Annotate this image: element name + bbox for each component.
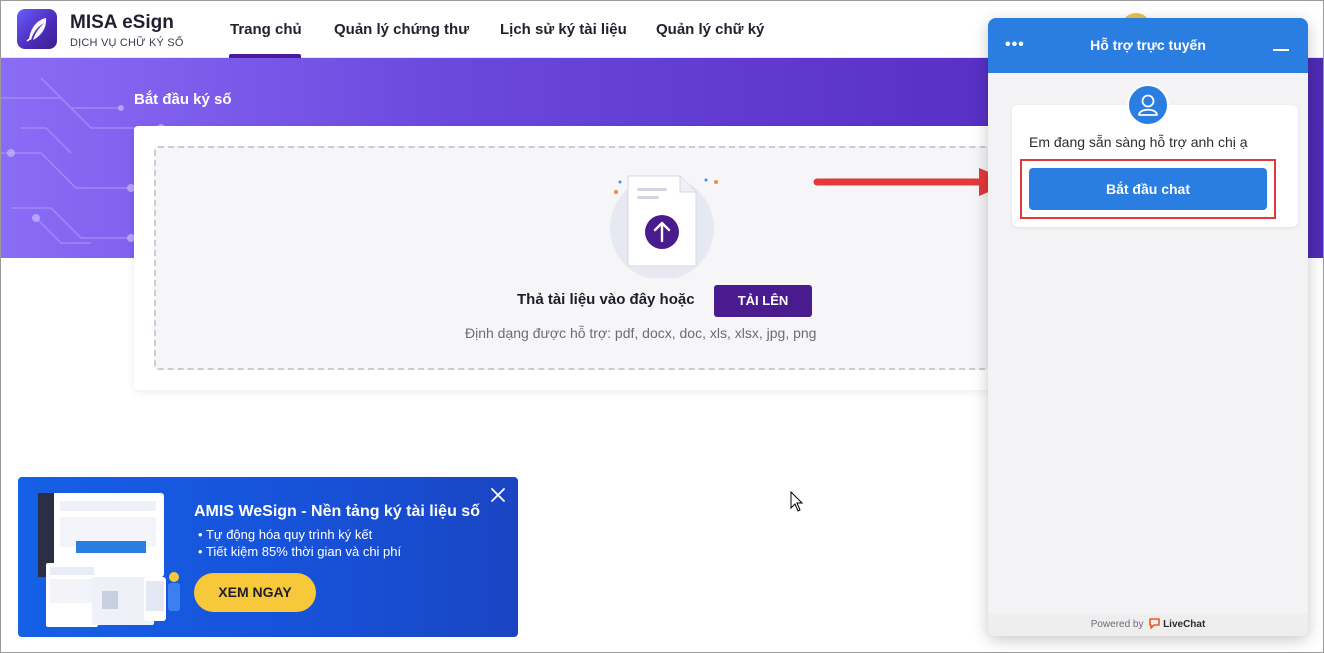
supported-formats: Định dạng được hỗ trợ: pdf, docx, doc, x…	[465, 325, 817, 341]
promo-bullet: • Tự động hóa quy trình ký kết	[198, 527, 373, 542]
chat-footer: Powered by LiveChat	[988, 614, 1308, 636]
promo-cta-button[interactable]: XEM NGAY	[194, 573, 316, 612]
nav-quan-ly-chu-ky[interactable]: Quản lý chữ ký	[656, 21, 764, 38]
user-icon	[1138, 94, 1158, 116]
nav-quan-ly-chung-thu[interactable]: Quản lý chứng thư	[334, 21, 469, 38]
drop-instruction: Thả tài liệu vào đây hoặc	[517, 291, 695, 308]
powered-by-label: Powered by	[1090, 619, 1144, 630]
promo-banner: AMIS WeSign - Nền tảng ký tài liệu số • …	[18, 477, 518, 637]
promo-bullet-text: Tự động hóa quy trình ký kết	[205, 527, 373, 542]
nav-lich-su-ky-tai-lieu[interactable]: Lịch sử ký tài liệu	[500, 21, 627, 38]
app-subtitle: DỊCH VỤ CHỮ KÝ SỐ	[70, 37, 184, 49]
nav-trang-chu[interactable]: Trang chủ	[230, 21, 302, 38]
livechat-logo-icon	[1149, 618, 1161, 629]
feather-pen-icon	[26, 18, 47, 42]
page-title: Bắt đầu ký số	[134, 91, 232, 108]
chat-title: Hỗ trợ trực tuyến	[1090, 37, 1206, 53]
livechat-brand[interactable]: LiveChat	[1163, 619, 1205, 630]
livechat-widget: ••• Hỗ trợ trực tuyến Em đang sẵn sàng h…	[988, 18, 1308, 636]
promo-bullet: • Tiết kiệm 85% thời gian và chi phí	[198, 544, 402, 559]
promo-bullet-text: Tiết kiệm 85% thời gian và chi phí	[205, 544, 402, 559]
start-chat-button[interactable]: Bắt đầu chat	[1029, 168, 1267, 210]
misa-esign-logo[interactable]	[17, 9, 57, 49]
product-mockup-illustration	[38, 493, 180, 627]
mouse-cursor-icon	[790, 491, 804, 512]
upload-document-icon	[610, 175, 718, 278]
chat-header: ••• Hỗ trợ trực tuyến	[988, 18, 1308, 73]
close-icon[interactable]	[490, 487, 506, 503]
chat-welcome-message: Em đang sẵn sàng hỗ trợ anh chị ạ	[1029, 134, 1248, 150]
agent-avatar	[1127, 84, 1169, 126]
minimize-icon[interactable]	[1273, 49, 1289, 51]
upload-button[interactable]: TẢI LÊN	[714, 285, 812, 317]
app-title: MISA eSign	[70, 12, 174, 33]
annotation-arrow-icon	[813, 168, 1013, 196]
promo-title: AMIS WeSign - Nền tảng ký tài liệu số	[194, 503, 480, 520]
